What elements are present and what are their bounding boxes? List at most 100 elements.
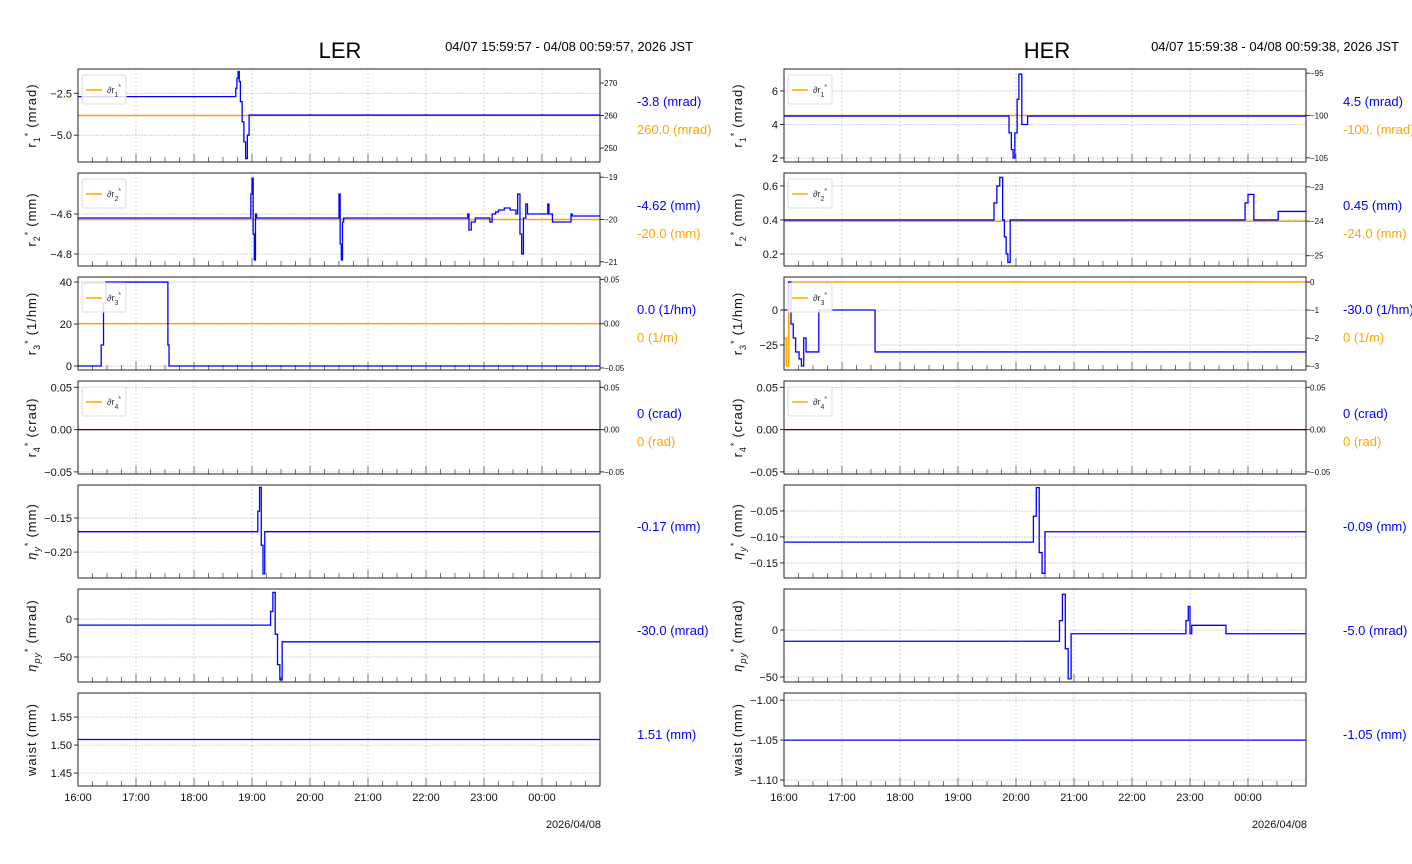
x-tick-label: 16:00 xyxy=(64,792,92,804)
current-value: -0.17 (mm) xyxy=(637,519,701,534)
y-label-unit: (mm) xyxy=(24,703,39,737)
legend-subscript: 1 xyxy=(114,92,118,99)
setpoint-value: 0 (1/m) xyxy=(637,330,678,345)
setpoint-value: 0 (rad) xyxy=(637,434,675,449)
y-axis-label: ηy* (mm) xyxy=(729,503,748,560)
x-tick-label: 20:00 xyxy=(1002,792,1030,804)
right-y-tick-label: −25 xyxy=(1310,252,1324,261)
chart-ler: LER 04/07 15:59:57 - 04/08 00:59:57, 2026… xyxy=(23,38,711,831)
y-label-superscript: * xyxy=(729,132,739,137)
y-axis-label: ηy* (mm) xyxy=(23,503,42,560)
y-tick-label: −2.5 xyxy=(50,88,72,100)
legend-symbol: ∂r xyxy=(813,189,820,199)
right-y-tick-label: −3 xyxy=(1310,362,1320,371)
y-label-unit: (1/hm) xyxy=(24,292,39,336)
time-range: 04/07 15:59:38 - 04/08 00:59:38, 2026 JS… xyxy=(1151,39,1399,54)
beam-optics-figure: LER 04/07 15:59:57 - 04/08 00:59:57, 2026… xyxy=(23,38,1412,831)
y-tick-label: −50 xyxy=(53,652,72,664)
y-label-superscript: * xyxy=(23,132,33,137)
y-tick-label: 0 xyxy=(772,625,778,637)
measured-series-line xyxy=(784,176,1306,264)
y-label-subscript: 1 xyxy=(32,136,42,142)
panel-6: −50 0 ηpy* (mrad) -30.0 (mrad) xyxy=(23,588,709,683)
y-label-unit: (mrad) xyxy=(24,83,39,127)
legend-subscript: 2 xyxy=(820,196,824,203)
right-y-tick-label: −1 xyxy=(1310,306,1320,315)
measured-series-line xyxy=(78,486,600,575)
y-label-unit: (mm) xyxy=(730,503,745,537)
right-y-tick-label: −105 xyxy=(1310,154,1329,163)
y-tick-label: −0.20 xyxy=(44,547,72,559)
y-label-unit: (mm) xyxy=(24,503,39,537)
right-y-tick-label: 0.00 xyxy=(1310,426,1326,435)
y-label-unit: (mrad) xyxy=(24,599,39,643)
setpoint-value: 0 (1/m) xyxy=(1343,330,1384,345)
legend-subscript: 4 xyxy=(114,404,118,411)
y-label-symbol: η xyxy=(730,552,745,560)
legend: ∂r1* xyxy=(787,74,833,105)
y-axis-label: ηpy* (mrad) xyxy=(729,599,748,672)
legend-subscript: 3 xyxy=(820,300,824,307)
legend-superscript: * xyxy=(824,396,827,403)
y-tick-label: 1.45 xyxy=(51,768,72,780)
y-label-unit: (1/hm) xyxy=(730,292,745,336)
y-label-superscript: * xyxy=(23,231,33,236)
right-y-tick-label: 0 xyxy=(1310,278,1315,287)
right-y-tick-label: −20 xyxy=(604,216,618,225)
panel-7: −1.10 −1.05 −1.00 waist (mm) -1.05 (mm) 16:00 1… xyxy=(730,692,1407,831)
y-axis-label: r4*(crad) xyxy=(23,398,42,458)
current-value: -4.62 (mm) xyxy=(637,198,701,213)
y-tick-label: −0.05 xyxy=(750,467,778,479)
y-tick-label: −50 xyxy=(759,672,778,684)
legend-superscript: * xyxy=(824,188,827,195)
date-label: 2026/04/08 xyxy=(546,819,601,831)
x-tick-label: 17:00 xyxy=(122,792,150,804)
y-label-subscript: y xyxy=(738,546,748,553)
y-tick-label: 0 xyxy=(772,305,778,317)
y-label-superscript: * xyxy=(23,442,33,447)
legend-symbol: ∂r xyxy=(107,189,114,199)
current-value: -3.8 (mrad) xyxy=(637,94,701,109)
legend: ∂r4* xyxy=(787,386,833,417)
panel-frame xyxy=(783,276,1307,371)
x-tick-label: 16:00 xyxy=(770,792,798,804)
y-tick-label: 6 xyxy=(772,86,778,98)
legend-subscript: 1 xyxy=(820,92,824,99)
panel-6: −50 0 ηpy* (mrad) -5.0 (mrad) xyxy=(729,588,1407,684)
right-y-tick-label: −0.05 xyxy=(604,468,625,477)
panel-2: 0.20.40.6−25−24−23∂r2*r2*(mm) 0.45 (mm)-2… xyxy=(729,172,1407,267)
x-tick-label: 19:00 xyxy=(944,792,972,804)
y-axis-label: r1*(mrad) xyxy=(729,83,748,147)
x-tick-label: 23:00 xyxy=(1176,792,1204,804)
y-label-superscript: * xyxy=(729,542,739,547)
measured-series-line xyxy=(784,73,1306,159)
legend: ∂r2* xyxy=(81,178,127,209)
y-tick-label: −0.15 xyxy=(750,558,778,570)
y-tick-label: −1.05 xyxy=(750,735,778,747)
y-tick-label: 0.05 xyxy=(51,382,72,394)
panel-frame xyxy=(77,588,601,683)
y-tick-label: 2 xyxy=(772,153,778,165)
current-value: -5.0 (mrad) xyxy=(1343,623,1407,638)
setpoint-value: -100. (mrad) xyxy=(1343,122,1412,137)
panel-3: −250−3−2−10∂r3*r3*(1/hm) -30.0 (1/hm)0 (1… xyxy=(729,276,1412,371)
legend-superscript: * xyxy=(118,188,121,195)
current-value: -1.05 (mm) xyxy=(1343,727,1407,742)
legend-superscript: * xyxy=(118,396,121,403)
right-y-tick-label: 270 xyxy=(604,79,618,88)
right-y-tick-label: −95 xyxy=(1310,69,1324,78)
measured-series-line xyxy=(78,591,600,681)
setpoint-value: 260.0 (mrad) xyxy=(637,122,711,137)
legend: ∂r1* xyxy=(81,74,127,105)
setpoint-value: -24.0 (mm) xyxy=(1343,226,1407,241)
y-axis-label: waist (mm) xyxy=(730,703,745,777)
legend-superscript: * xyxy=(118,292,121,299)
chart-her: HER 04/07 15:59:38 - 04/08 00:59:38, 2026… xyxy=(729,38,1412,831)
y-label-symbol: η xyxy=(24,552,39,560)
legend: ∂r4* xyxy=(81,386,127,417)
y-tick-label: −1.00 xyxy=(750,695,778,707)
right-y-tick-label: −100 xyxy=(1310,112,1329,121)
current-value: 4.5 (mrad) xyxy=(1343,94,1403,109)
x-tick-label: 22:00 xyxy=(1118,792,1146,804)
right-y-tick-label: 0.05 xyxy=(604,383,620,392)
